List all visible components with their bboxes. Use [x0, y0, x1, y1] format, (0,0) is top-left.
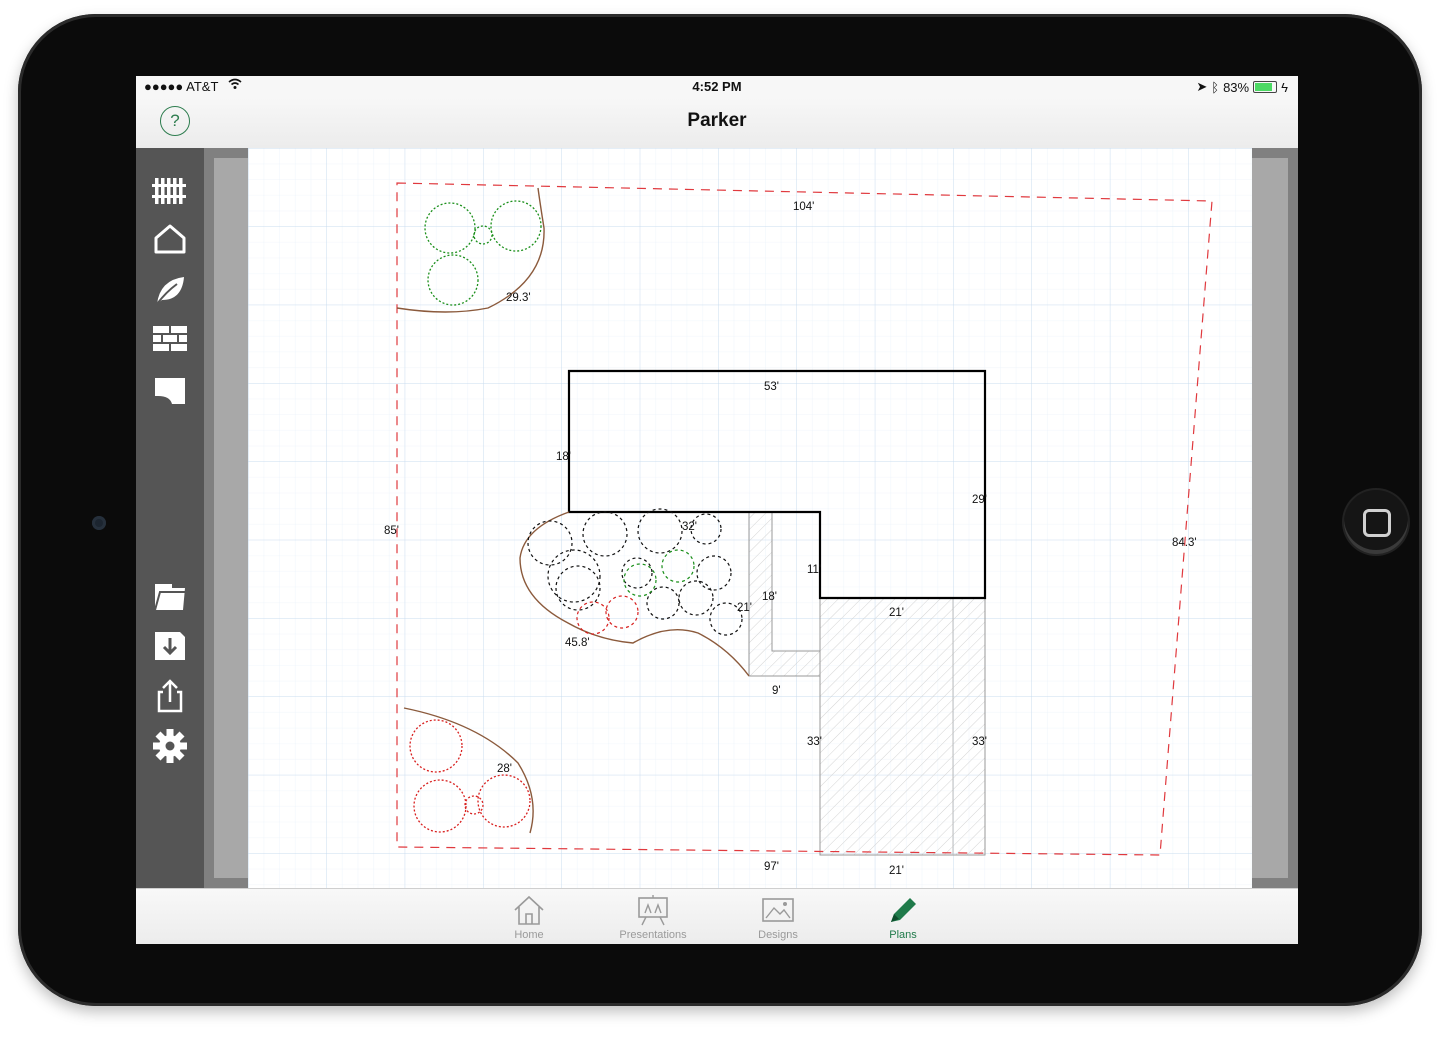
- front-camera: [92, 516, 106, 530]
- home-icon: [514, 895, 544, 925]
- tab-presentations[interactable]: Presentations: [603, 893, 703, 941]
- presentation-icon: [638, 895, 668, 926]
- battery-icon: [1253, 81, 1278, 93]
- dim-house-left: 18': [556, 451, 571, 463]
- brick-wall-icon: [153, 326, 187, 351]
- location-arrow-icon: ➤: [1196, 79, 1208, 94]
- leaf-icon: [156, 277, 184, 305]
- dim-top-property: 104': [793, 201, 814, 213]
- plan-canvas[interactable]: 104' 85' 84.3' 97' 29.3' 28' 53' 18' 29'…: [248, 148, 1252, 888]
- driveway: [819, 597, 986, 856]
- dim-walk-horizontal: 21': [737, 602, 752, 614]
- dim-left-property: 85': [384, 525, 399, 537]
- status-bar: ●●●●● AT&T 4:52 PM ➤ ᛒ 83% ϟ: [136, 76, 1298, 98]
- tab-designs-label: Designs: [758, 929, 798, 941]
- dim-front-bed: 45.8': [565, 637, 590, 649]
- tool-sidebar: [136, 148, 204, 888]
- fence-icon: [152, 178, 186, 204]
- import-button[interactable]: [150, 626, 190, 666]
- bluetooth-icon: ᛒ: [1211, 79, 1220, 95]
- fence-tool-button[interactable]: [150, 170, 190, 210]
- screen: ●●●●● AT&T 4:52 PM ➤ ᛒ 83% ϟ ? Parker 10…: [136, 76, 1298, 944]
- dim-house-right: 29': [972, 494, 987, 506]
- battery-fill: [1255, 83, 1273, 91]
- open-folder-icon: [154, 584, 185, 611]
- dim-driveway-bottom: 21': [889, 865, 904, 877]
- paver-icon: [155, 378, 185, 404]
- dim-house-notch: 11': [807, 564, 821, 576]
- open-button[interactable]: [150, 576, 190, 616]
- status-time: 4:52 PM: [692, 79, 742, 94]
- charging-icon: ϟ: [1281, 79, 1288, 95]
- page-title: Parker: [687, 110, 747, 131]
- dim-right-property: 84.3': [1172, 537, 1197, 549]
- home-button[interactable]: [1344, 490, 1408, 554]
- image-icon: [762, 898, 794, 922]
- share-icon: [157, 679, 183, 713]
- gear-icon: [153, 729, 187, 763]
- settings-button[interactable]: [150, 726, 190, 766]
- home-button-square: [1363, 509, 1391, 537]
- tab-home-label: Home: [514, 929, 544, 941]
- dim-house-top: 53': [764, 381, 779, 393]
- dim-front-bed-right: 32': [682, 521, 697, 533]
- house-tool-button[interactable]: [150, 220, 190, 260]
- dim-green-bed: 29.3': [506, 292, 531, 304]
- paver-tool-button[interactable]: [150, 370, 190, 410]
- wall-tool-button[interactable]: [150, 320, 190, 360]
- dim-walk-vertical: 18': [762, 591, 777, 603]
- battery-percent: 83%: [1223, 79, 1250, 95]
- share-button[interactable]: [150, 676, 190, 716]
- dim-driveway-left: 33': [807, 736, 822, 748]
- dim-bottom-property: 97': [764, 861, 779, 873]
- dim-house-bottom: 21': [889, 607, 904, 619]
- nav-bar: ? Parker: [136, 98, 1298, 149]
- pencil-icon: [891, 898, 916, 922]
- dim-red-bed: 28': [497, 763, 512, 775]
- tab-plans[interactable]: Plans: [853, 893, 953, 941]
- dim-driveway-right: 33': [972, 736, 987, 748]
- dim-walk-bottom: 9': [772, 685, 781, 697]
- tab-plans-label: Plans: [889, 929, 917, 941]
- tab-designs[interactable]: Designs: [728, 893, 828, 941]
- tab-bar: Home Presentations Designs Plans: [136, 888, 1298, 944]
- tab-presentations-label: Presentations: [619, 929, 687, 941]
- status-right: ➤ ᛒ 83% ϟ: [1196, 79, 1288, 95]
- plant-tool-button[interactable]: [150, 270, 190, 310]
- house-outline-icon: [154, 224, 186, 254]
- tab-home[interactable]: Home: [479, 893, 579, 941]
- import-icon: [155, 632, 185, 660]
- plan-canvas-area: 104' 85' 84.3' 97' 29.3' 28' 53' 18' 29'…: [204, 148, 1298, 888]
